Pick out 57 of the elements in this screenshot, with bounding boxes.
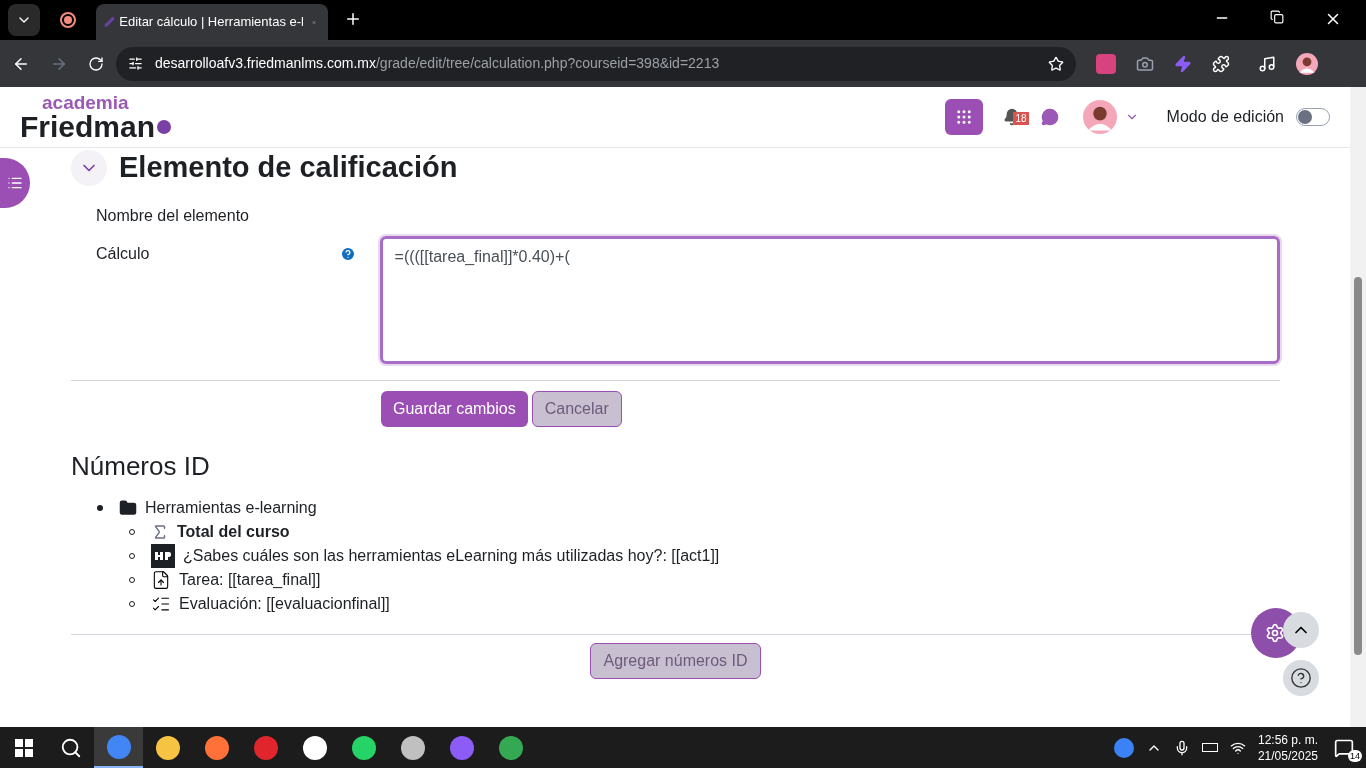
logo-academia: academia (42, 92, 130, 112)
app-grid-button[interactable] (944, 99, 983, 135)
id-item-text: Total del curso (177, 521, 290, 542)
reload-icon[interactable] (88, 55, 104, 72)
id-item-text: ¿Sabes cuáles son las herramientas eLearning más utilizadas hoy?: [[act1]] (183, 545, 720, 566)
restore-icon[interactable] (1270, 10, 1284, 24)
sidebar-toggle-button[interactable] (0, 158, 30, 208)
help-tray-icon[interactable] (1113, 737, 1134, 758)
tab-title: Editar cálculo | Herramientas e-l (119, 13, 304, 32)
clock[interactable]: 12:56 p. m. 21/05/2025 (1257, 731, 1318, 764)
list-icon (7, 175, 23, 191)
user-avatar (1082, 100, 1117, 134)
url-text: desarrolloafv3.friedmanlms.com.mx/grade/edit/tree/calculation.php?courseid=398&id=2213 (155, 54, 721, 73)
id-item-text: Evaluación: [[evaluacionfinal]] (179, 593, 390, 614)
media-icon[interactable] (1258, 54, 1276, 73)
help-icon (1290, 667, 1312, 689)
file-upload-icon (151, 569, 171, 590)
section-title: Elemento de calificación (119, 150, 458, 185)
field-label: Nombre del elemento (96, 205, 250, 226)
tab-list-button[interactable] (8, 4, 40, 36)
puzzle-icon[interactable] (1212, 54, 1230, 73)
settings-icon (1265, 623, 1285, 643)
section-heading: Números ID (71, 449, 211, 483)
record-icon (60, 12, 76, 28)
calculation-field[interactable]: =((([[tarea_final]]*0.40)+( (379, 235, 1280, 364)
notification-count: 14 (1348, 749, 1362, 762)
id-item-text: Tarea: [[tarea_final]] (179, 569, 321, 590)
address-bar[interactable]: desarrolloafv3.friedmanlms.com.mx/grade/edit/tree/calculation.php?courseid=398&id=2213 (116, 46, 1076, 81)
site-icon (104, 16, 115, 28)
site-logo[interactable]: academia Friedman (20, 92, 172, 142)
search-icon[interactable] (60, 736, 82, 759)
edit-mode-switch[interactable] (1296, 108, 1330, 126)
scrollbar[interactable] (1350, 87, 1366, 727)
bolt-icon[interactable] (1174, 54, 1192, 73)
logo-friedman: Friedman (20, 111, 172, 142)
bookmark-star-icon[interactable] (1048, 55, 1064, 72)
new-tab-icon[interactable] (344, 10, 362, 28)
id-item-text: Herramientas e-learning (145, 497, 317, 518)
h5p-logo-icon (151, 543, 175, 568)
site-settings-icon[interactable] (128, 56, 143, 71)
folder-icon (119, 498, 137, 517)
camera-icon[interactable] (1136, 54, 1154, 73)
help-button[interactable] (1283, 660, 1319, 696)
profile-avatar (1296, 52, 1318, 75)
browser-tab[interactable]: Editar cálculo | Herramientas e-l (96, 4, 328, 40)
scroll-top-button[interactable] (1283, 612, 1319, 648)
notification-badge: 18 (1013, 112, 1029, 125)
grid-icon (954, 108, 973, 126)
cancel-button[interactable]: Cancelar (531, 390, 622, 427)
collapse-toggle[interactable] (71, 149, 107, 186)
extension-icon[interactable] (1096, 53, 1116, 74)
chat-icon[interactable] (1040, 108, 1059, 126)
help-icon[interactable] (339, 245, 356, 262)
edit-mode-label: Modo de edición (1166, 107, 1284, 127)
field-label: Cálculo (96, 243, 151, 264)
battery-icon[interactable] (1201, 743, 1218, 752)
save-button[interactable]: Guardar cambios (381, 390, 528, 427)
